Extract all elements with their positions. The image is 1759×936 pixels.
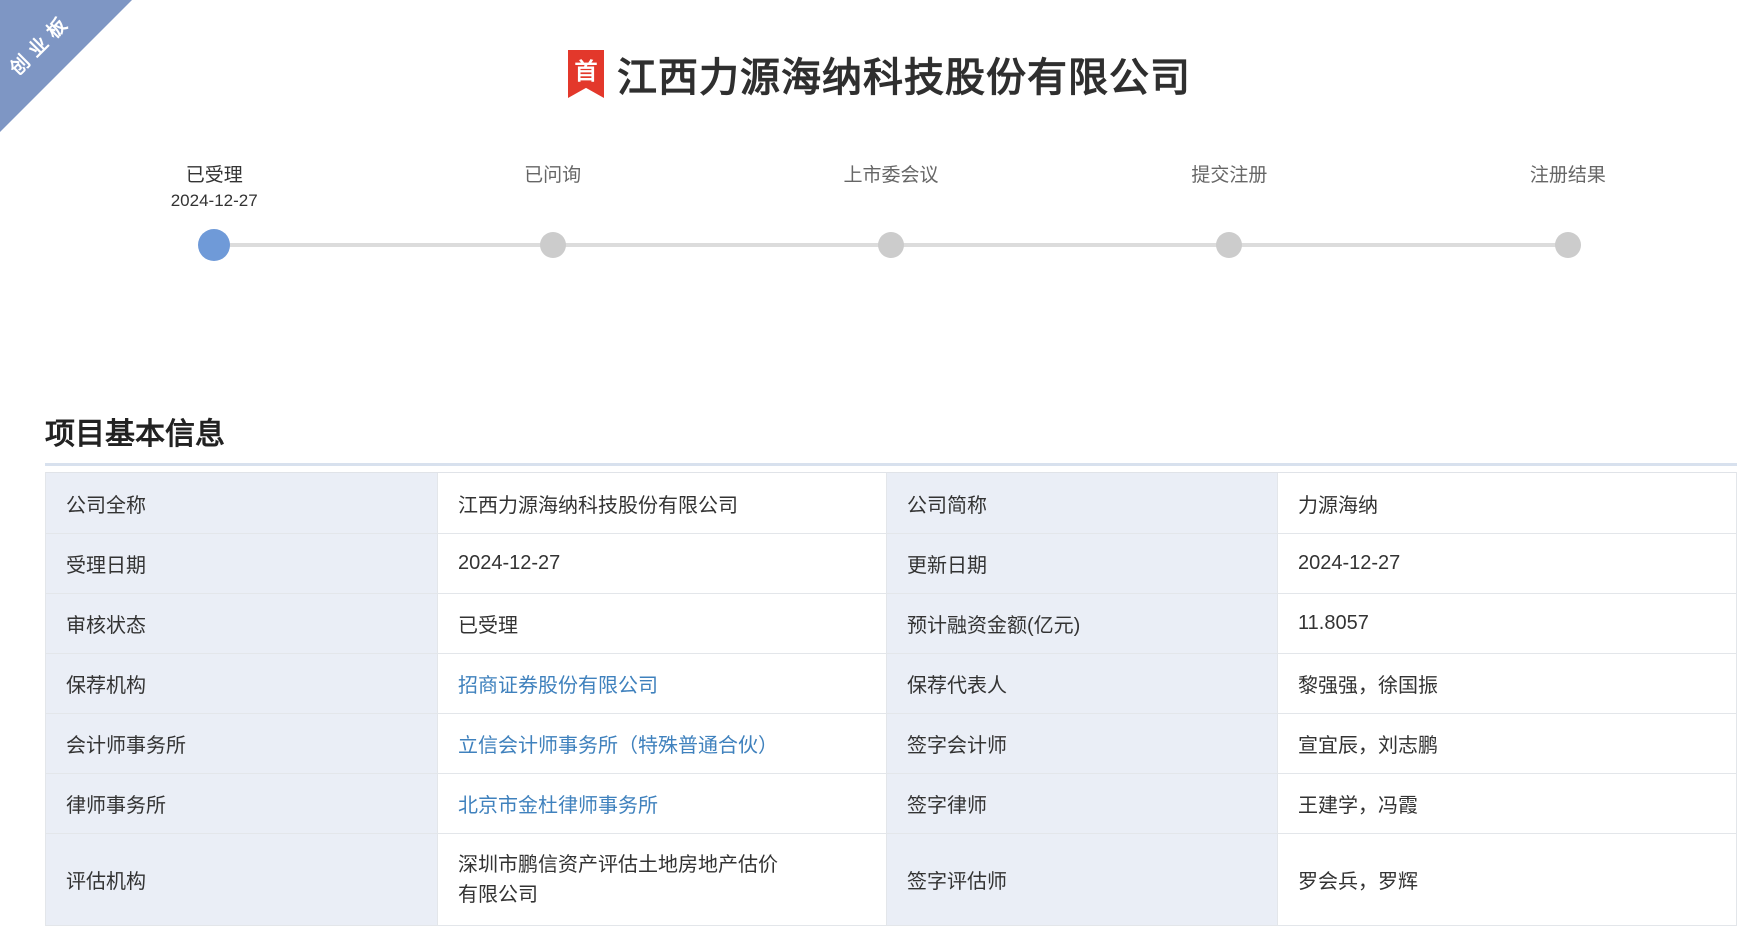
value-acceptance-date: 2024-12-27 (437, 533, 886, 593)
label-sponsor-representatives: 保荐代表人 (886, 653, 1277, 713)
sponsor-institution-link[interactable]: 招商证券股份有限公司 (458, 669, 658, 698)
label-company-short-name: 公司简称 (886, 473, 1277, 533)
label-accounting-firm: 会计师事务所 (46, 713, 437, 773)
step-date (722, 189, 1060, 213)
step-date (1399, 189, 1737, 213)
step-label: 提交注册 (1060, 163, 1398, 189)
accounting-firm-link[interactable]: 立信会计师事务所（特殊普通合伙） (458, 729, 778, 758)
progress-stepper: 已受理 2024-12-27 已问询 上市委会议 提交注册 注册结果 (45, 163, 1737, 269)
value-sponsor-representatives: 黎强强，徐国振 (1277, 653, 1736, 713)
section-title-basic-info: 项目基本信息 (45, 409, 1737, 466)
label-acceptance-date: 受理日期 (46, 533, 437, 593)
value-signing-lawyers: 王建学，冯霞 (1277, 773, 1736, 833)
label-signing-lawyers: 签字律师 (886, 773, 1277, 833)
step-submit-registration: 提交注册 (1060, 163, 1398, 269)
value-signing-accountants: 宣宜辰，刘志鹏 (1277, 713, 1736, 773)
step-date (1060, 189, 1398, 213)
value-planned-financing: 11.8057 (1277, 593, 1736, 653)
step-label: 注册结果 (1399, 163, 1737, 189)
step-dot (1216, 232, 1242, 258)
cell-law-firm: 北京市金杜律师事务所 (437, 773, 886, 833)
cell-appraisal-agency: 深圳市鹏信资产评估土地房地产估价有限公司 (437, 833, 886, 925)
label-planned-financing: 预计融资金额(亿元) (886, 593, 1277, 653)
page: 创业板 首 江西力源海纳科技股份有限公司 已受理 2024-12-27 已问询 … (0, 0, 1759, 936)
company-title: 江西力源海纳科技股份有限公司 (617, 45, 1191, 103)
value-review-status: 已受理 (437, 593, 886, 653)
step-dot (878, 232, 904, 258)
step-dot-active (198, 229, 230, 261)
label-signing-appraisers: 签字评估师 (886, 833, 1277, 925)
label-law-firm: 律师事务所 (46, 773, 437, 833)
label-company-full-name: 公司全称 (46, 473, 437, 533)
cell-sponsor-institution: 招商证券股份有限公司 (437, 653, 886, 713)
label-review-status: 审核状态 (46, 593, 437, 653)
basic-info-section: 项目基本信息 公司全称 江西力源海纳科技股份有限公司 公司简称 力源海纳 受理日… (45, 409, 1737, 926)
step-label: 已问询 (383, 163, 721, 189)
page-header: 首 江西力源海纳科技股份有限公司 (0, 0, 1759, 103)
step-date: 2024-12-27 (45, 189, 383, 213)
cell-accounting-firm: 立信会计师事务所（特殊普通合伙） (437, 713, 886, 773)
label-update-date: 更新日期 (886, 533, 1277, 593)
label-signing-accountants: 签字会计师 (886, 713, 1277, 773)
value-appraisal-agency: 深圳市鹏信资产评估土地房地产估价有限公司 (458, 850, 796, 910)
label-appraisal-agency: 评估机构 (46, 833, 437, 925)
step-dot (540, 232, 566, 258)
value-company-full-name: 江西力源海纳科技股份有限公司 (437, 473, 886, 533)
step-listing-committee: 上市委会议 (722, 163, 1060, 269)
step-label: 已受理 (45, 163, 383, 189)
law-firm-link[interactable]: 北京市金杜律师事务所 (458, 789, 658, 818)
step-label: 上市委会议 (722, 163, 1060, 189)
value-signing-appraisers: 罗会兵，罗辉 (1277, 833, 1736, 925)
project-info-table: 公司全称 江西力源海纳科技股份有限公司 公司简称 力源海纳 受理日期 2024-… (45, 472, 1737, 926)
step-dot (1555, 232, 1581, 258)
first-badge-icon: 首 (568, 50, 604, 98)
label-sponsor-institution: 保荐机构 (46, 653, 437, 713)
value-update-date: 2024-12-27 (1277, 533, 1736, 593)
value-company-short-name: 力源海纳 (1277, 473, 1736, 533)
step-date (383, 189, 721, 213)
step-registration-result: 注册结果 (1399, 163, 1737, 269)
step-inquired: 已问询 (383, 163, 721, 269)
step-accepted: 已受理 2024-12-27 (45, 163, 383, 269)
